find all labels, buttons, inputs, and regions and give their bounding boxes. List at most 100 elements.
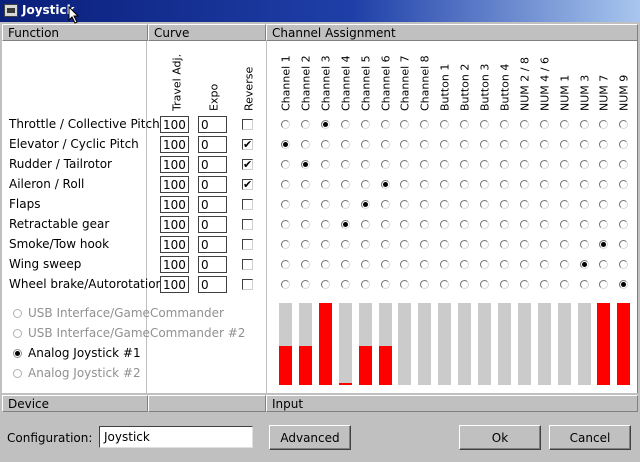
channel-radio[interactable] — [480, 240, 489, 249]
channel-radio[interactable] — [460, 260, 469, 269]
channel-radio[interactable] — [400, 140, 409, 149]
channel-radio[interactable] — [321, 260, 330, 269]
travel-adj-field[interactable]: 100 — [160, 276, 189, 293]
channel-radio[interactable] — [520, 280, 529, 289]
channel-radio[interactable] — [381, 200, 390, 209]
channel-radio[interactable] — [500, 220, 509, 229]
channel-radio[interactable] — [619, 240, 628, 249]
channel-radio[interactable] — [400, 260, 409, 269]
channel-radio[interactable] — [341, 200, 350, 209]
channel-radio[interactable] — [341, 220, 350, 229]
channel-radio[interactable] — [381, 140, 390, 149]
channel-radio[interactable] — [520, 120, 529, 129]
channel-radio[interactable] — [599, 160, 608, 169]
channel-radio[interactable] — [281, 120, 290, 129]
channel-radio[interactable] — [520, 160, 529, 169]
channel-radio[interactable] — [580, 160, 589, 169]
channel-radio[interactable] — [440, 140, 449, 149]
channel-radio[interactable] — [281, 280, 290, 289]
title-bar[interactable]: Joystick — [0, 0, 640, 24]
reverse-checkbox[interactable] — [242, 259, 253, 270]
expo-field[interactable]: 0 — [198, 216, 227, 233]
channel-radio[interactable] — [580, 120, 589, 129]
expo-field[interactable]: 0 — [198, 136, 227, 153]
channel-radio[interactable] — [560, 160, 569, 169]
channel-radio[interactable] — [420, 160, 429, 169]
channel-radio[interactable] — [440, 200, 449, 209]
channel-radio[interactable] — [420, 240, 429, 249]
channel-radio[interactable] — [500, 140, 509, 149]
channel-radio[interactable] — [361, 200, 370, 209]
channel-radio[interactable] — [460, 200, 469, 209]
channel-radio[interactable] — [361, 160, 370, 169]
reverse-checkbox[interactable] — [242, 239, 253, 250]
channel-radio[interactable] — [580, 220, 589, 229]
channel-radio[interactable] — [580, 140, 589, 149]
channel-radio[interactable] — [400, 220, 409, 229]
channel-radio[interactable] — [460, 280, 469, 289]
channel-radio[interactable] — [321, 160, 330, 169]
cancel-button[interactable]: Cancel — [549, 425, 631, 450]
channel-radio[interactable] — [520, 200, 529, 209]
channel-radio[interactable] — [520, 260, 529, 269]
channel-radio[interactable] — [420, 220, 429, 229]
channel-radio[interactable] — [599, 260, 608, 269]
channel-radio[interactable] — [321, 220, 330, 229]
device-label[interactable]: Analog Joystick #1 — [28, 346, 141, 360]
expo-field[interactable]: 0 — [198, 236, 227, 253]
travel-adj-field[interactable]: 100 — [160, 196, 189, 213]
channel-radio[interactable] — [361, 220, 370, 229]
channel-radio[interactable] — [460, 220, 469, 229]
channel-radio[interactable] — [420, 200, 429, 209]
channel-radio[interactable] — [599, 200, 608, 209]
channel-radio[interactable] — [619, 280, 628, 289]
channel-radio[interactable] — [381, 220, 390, 229]
channel-radio[interactable] — [440, 260, 449, 269]
channel-radio[interactable] — [619, 260, 628, 269]
channel-radio[interactable] — [301, 240, 310, 249]
channel-radio[interactable] — [400, 200, 409, 209]
channel-radio[interactable] — [381, 180, 390, 189]
channel-radio[interactable] — [480, 200, 489, 209]
channel-radio[interactable] — [381, 120, 390, 129]
channel-radio[interactable] — [301, 120, 310, 129]
channel-radio[interactable] — [599, 220, 608, 229]
reverse-checkbox[interactable] — [242, 119, 253, 130]
channel-radio[interactable] — [540, 220, 549, 229]
channel-radio[interactable] — [460, 120, 469, 129]
channel-radio[interactable] — [619, 220, 628, 229]
channel-radio[interactable] — [440, 120, 449, 129]
channel-radio[interactable] — [381, 280, 390, 289]
channel-radio[interactable] — [301, 140, 310, 149]
channel-radio[interactable] — [599, 240, 608, 249]
channel-radio[interactable] — [321, 280, 330, 289]
channel-radio[interactable] — [341, 240, 350, 249]
channel-radio[interactable] — [480, 260, 489, 269]
channel-radio[interactable] — [321, 200, 330, 209]
channel-radio[interactable] — [281, 240, 290, 249]
channel-radio[interactable] — [281, 200, 290, 209]
channel-radio[interactable] — [480, 140, 489, 149]
channel-radio[interactable] — [281, 140, 290, 149]
travel-adj-field[interactable]: 100 — [160, 236, 189, 253]
channel-radio[interactable] — [440, 180, 449, 189]
channel-radio[interactable] — [301, 160, 310, 169]
channel-radio[interactable] — [301, 280, 310, 289]
channel-radio[interactable] — [480, 120, 489, 129]
expo-field[interactable]: 0 — [198, 256, 227, 273]
expo-field[interactable]: 0 — [198, 116, 227, 133]
channel-radio[interactable] — [560, 200, 569, 209]
reverse-checkbox[interactable] — [242, 219, 253, 230]
channel-radio[interactable] — [301, 220, 310, 229]
channel-radio[interactable] — [560, 280, 569, 289]
channel-radio[interactable] — [281, 260, 290, 269]
reverse-checkbox[interactable]: ✔ — [242, 139, 253, 150]
channel-radio[interactable] — [420, 280, 429, 289]
channel-radio[interactable] — [540, 120, 549, 129]
channel-radio[interactable] — [580, 200, 589, 209]
travel-adj-field[interactable]: 100 — [160, 216, 189, 233]
channel-radio[interactable] — [281, 220, 290, 229]
channel-radio[interactable] — [341, 260, 350, 269]
channel-radio[interactable] — [281, 160, 290, 169]
channel-radio[interactable] — [560, 220, 569, 229]
